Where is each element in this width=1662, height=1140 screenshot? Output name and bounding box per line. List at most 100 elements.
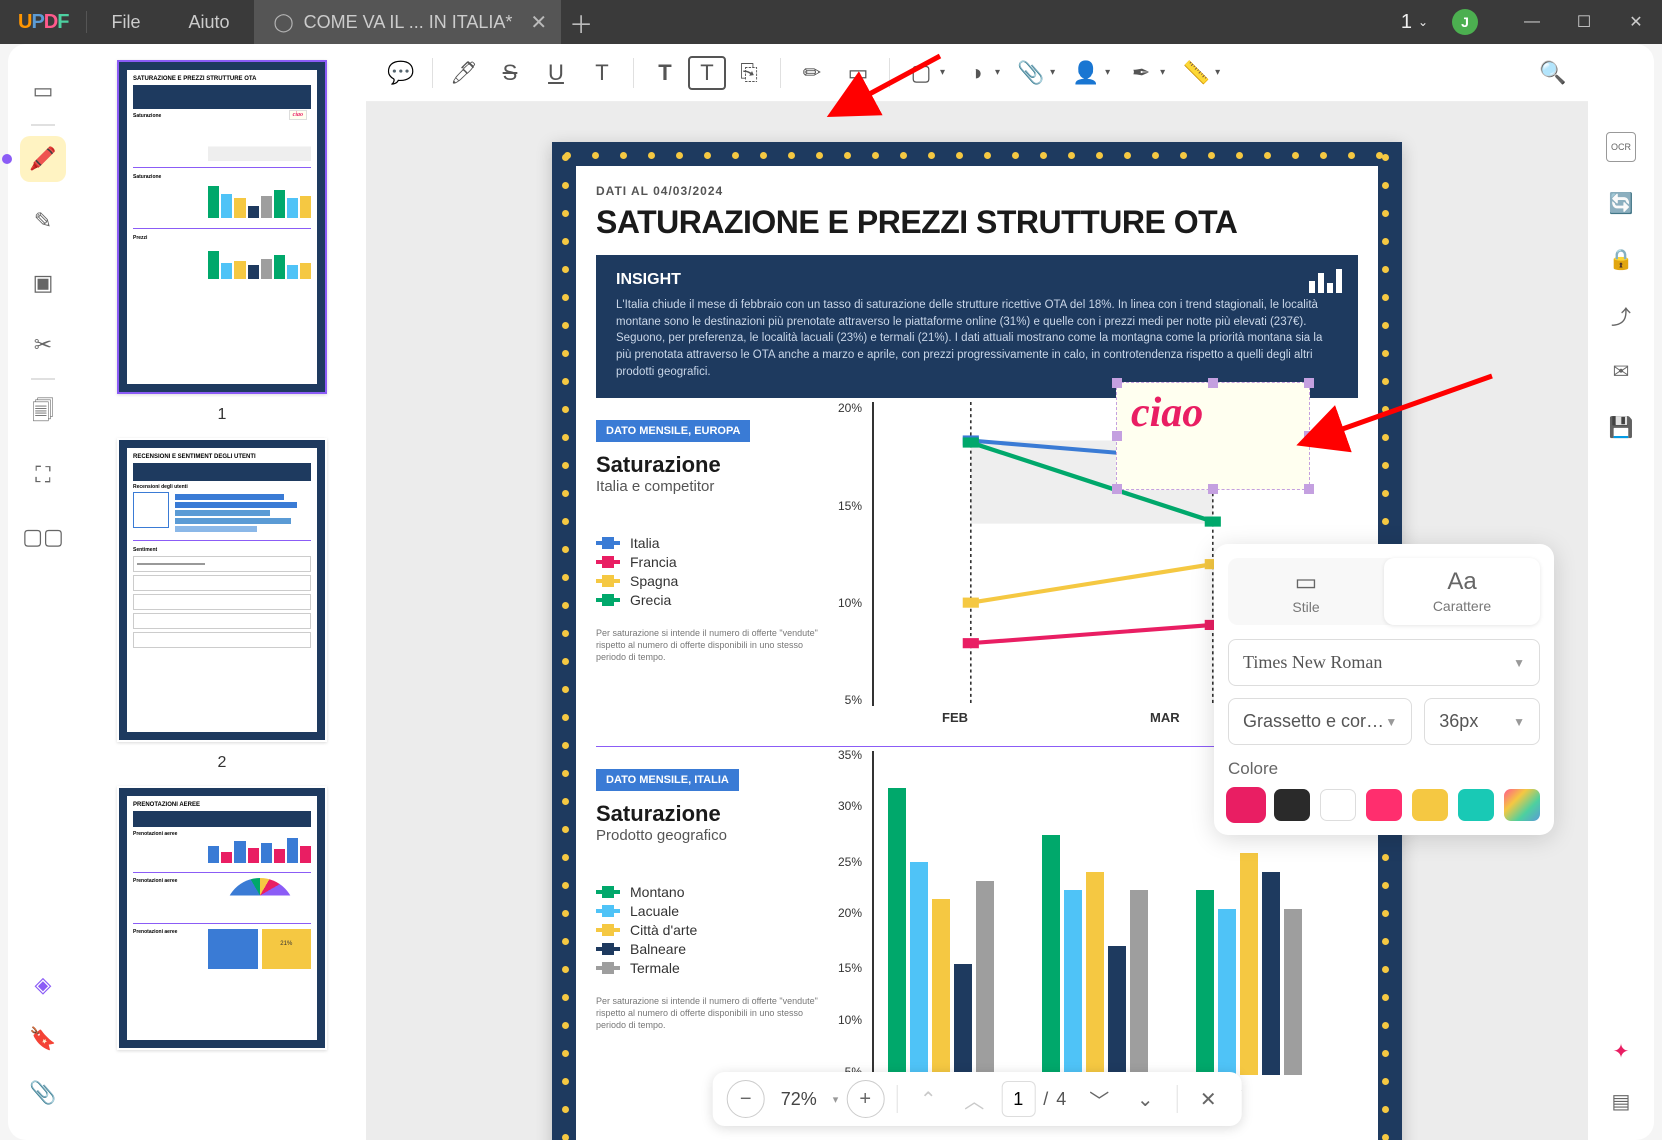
underline-icon[interactable]: U: [533, 52, 579, 94]
organize-pages-icon[interactable]: ✂: [20, 322, 66, 368]
thumbnails-panel: SATURAZIONE E PREZZI STRUTTURE OTA Satur…: [78, 44, 366, 1140]
app-logo: UPDF: [0, 11, 86, 34]
font-weight-select[interactable]: Grassetto e cor…▼: [1228, 698, 1412, 745]
left-sidebar: ▭ 🖍️ ✎ ▣ ✂ 🗐 ⛶ ▢▢ ◈ 🔖 📎: [8, 44, 78, 1140]
tab-title: COME VA IL ... IN ITALIA*: [304, 12, 513, 33]
thumbnail-2[interactable]: RECENSIONI E SENTIMENT DEGLI UTENTI Rece…: [117, 438, 327, 742]
ruler-icon[interactable]: 📏: [1173, 52, 1219, 94]
chart2-tag: DATO MENSILE, ITALIA: [596, 769, 739, 791]
chart2-subtitle: Prodotto geografico: [596, 827, 826, 844]
ai-icon[interactable]: ✦: [1606, 1036, 1636, 1066]
crop-icon[interactable]: ⛶: [20, 452, 66, 498]
close-button[interactable]: ✕: [1610, 0, 1662, 44]
chart1-note: Per saturazione si intende il numero di …: [596, 628, 826, 663]
chart1-title: Saturazione: [596, 452, 826, 478]
zoom-in-button[interactable]: +: [846, 1080, 884, 1118]
titlebar: UPDF File Aiuto ◯ COME VA IL ... IN ITAL…: [0, 0, 1662, 44]
menu-help[interactable]: Aiuto: [164, 12, 253, 33]
strikethrough-icon[interactable]: S: [487, 52, 533, 94]
color-swatch-black[interactable]: [1274, 789, 1310, 821]
close-nav-button[interactable]: ✕: [1189, 1080, 1227, 1118]
callout-tool-icon[interactable]: ⎘: [726, 52, 772, 94]
prev-page-button[interactable]: ︿: [955, 1080, 993, 1118]
search-icon[interactable]: 🔍: [1530, 52, 1576, 94]
insight-box: INSIGHT L'Italia chiude il mese di febbr…: [596, 255, 1358, 398]
comment-icon[interactable]: 💬: [378, 52, 424, 94]
font-size-select[interactable]: 36px▼: [1424, 698, 1540, 745]
chart2-title: Saturazione: [596, 801, 826, 827]
reader-mode-icon[interactable]: ▭: [20, 68, 66, 114]
eraser-icon[interactable]: ▭: [835, 52, 881, 94]
pages-panel-icon[interactable]: 🗐: [20, 390, 66, 436]
add-tab-button[interactable]: ＋: [561, 5, 601, 40]
color-swatch-custom[interactable]: [1504, 789, 1540, 821]
shape-circle-icon[interactable]: ◑: [953, 52, 999, 94]
maximize-button[interactable]: ☐: [1558, 0, 1610, 44]
thumbnail-1-number: 1: [88, 400, 356, 438]
document-tab[interactable]: ◯ COME VA IL ... IN ITALIA* ✕: [254, 0, 562, 44]
right-sidebar: OCR 🔄 🔒 ⤴ ✉ 💾 ✦ ▤: [1588, 44, 1654, 1140]
character-tab[interactable]: Aa Carattere: [1384, 558, 1540, 625]
character-tab-icon: Aa: [1384, 568, 1540, 596]
font-family-select[interactable]: Times New Roman▼: [1228, 639, 1540, 686]
chart1-tag: DATO MENSILE, EUROPA: [596, 420, 750, 442]
insight-text: L'Italia chiude il mese di febbraio con …: [616, 297, 1338, 380]
attachment-icon[interactable]: 📎: [20, 1070, 66, 1116]
attach-file-icon[interactable]: 📎: [1008, 52, 1054, 94]
page-title: SATURAZIONE E PREZZI STRUTTURE OTA: [596, 204, 1358, 241]
highlight-icon[interactable]: 🖊: [441, 52, 487, 94]
stamp-icon[interactable]: 👤: [1063, 52, 1109, 94]
color-swatch-white[interactable]: [1320, 789, 1356, 821]
bottom-navigation: − 72% ▾ + ⌃ ︿ / 4 ﹀ ⌄ ✕: [713, 1072, 1242, 1126]
color-swatch-magenta[interactable]: [1228, 789, 1264, 821]
compare-icon[interactable]: ▢▢: [20, 514, 66, 560]
form-mode-icon[interactable]: ▣: [20, 260, 66, 306]
chart2-legend: Montano Lacuale Città d'arte Balneare Te…: [596, 884, 826, 976]
color-swatch-teal[interactable]: [1458, 789, 1494, 821]
first-page-button[interactable]: ⌃: [909, 1080, 947, 1118]
comments-panel-icon[interactable]: ▤: [1606, 1086, 1636, 1116]
pencil-icon[interactable]: ✏: [789, 52, 835, 94]
last-page-button[interactable]: ⌄: [1126, 1080, 1164, 1118]
layers-icon[interactable]: ◈: [20, 962, 66, 1008]
page-total: 4: [1056, 1089, 1072, 1110]
page-indicator[interactable]: 1⌄: [1395, 11, 1434, 34]
thumbnail-3[interactable]: PRENOTAZIONI AEREE Prenotazioni aeree Pr…: [117, 786, 327, 1050]
page-input[interactable]: [1001, 1081, 1035, 1117]
annotate-mode-icon[interactable]: 🖍️: [20, 136, 66, 182]
save-icon[interactable]: 💾: [1606, 412, 1636, 442]
zoom-out-button[interactable]: −: [727, 1080, 765, 1118]
squiggly-icon[interactable]: T: [579, 52, 625, 94]
email-icon[interactable]: ✉: [1606, 356, 1636, 386]
text-tool-icon[interactable]: T: [642, 52, 688, 94]
date-label: DATI AL 04/03/2024: [596, 184, 1358, 198]
signature-icon[interactable]: ✒: [1118, 52, 1164, 94]
shape-rect-icon[interactable]: ▢: [898, 52, 944, 94]
thumbnail-2-number: 2: [88, 748, 356, 786]
protect-icon[interactable]: 🔒: [1606, 244, 1636, 274]
bookmark-icon[interactable]: 🔖: [20, 1016, 66, 1062]
ocr-icon[interactable]: OCR: [1606, 132, 1636, 162]
edit-text-icon[interactable]: ✎: [20, 198, 66, 244]
tab-close-icon[interactable]: ✕: [530, 10, 547, 35]
menu-file[interactable]: File: [87, 12, 164, 33]
color-label: Colore: [1228, 759, 1540, 779]
convert-icon[interactable]: 🔄: [1606, 188, 1636, 218]
tab-doc-icon: ◯: [274, 12, 294, 33]
next-page-button[interactable]: ﹀: [1080, 1080, 1118, 1118]
text-annotation-content[interactable]: ciao: [1117, 383, 1309, 449]
insight-heading: INSIGHT: [616, 271, 1338, 289]
color-swatches: [1228, 789, 1540, 821]
thumbnail-1[interactable]: SATURAZIONE E PREZZI STRUTTURE OTA Satur…: [117, 60, 327, 394]
color-swatch-pink[interactable]: [1366, 789, 1402, 821]
share-icon[interactable]: ⤴: [1606, 300, 1636, 330]
color-swatch-yellow[interactable]: [1412, 789, 1448, 821]
text-annotation-box[interactable]: ciao: [1116, 382, 1310, 490]
style-tab-icon: ▭: [1228, 568, 1384, 597]
textbox-tool-icon[interactable]: T: [688, 56, 726, 90]
style-tab[interactable]: ▭ Stile: [1228, 558, 1384, 625]
minimize-button[interactable]: ―: [1506, 0, 1558, 44]
chart1-legend: Italia Francia Spagna Grecia: [596, 535, 826, 608]
zoom-level[interactable]: 72%: [773, 1089, 825, 1110]
user-avatar[interactable]: J: [1452, 9, 1478, 35]
